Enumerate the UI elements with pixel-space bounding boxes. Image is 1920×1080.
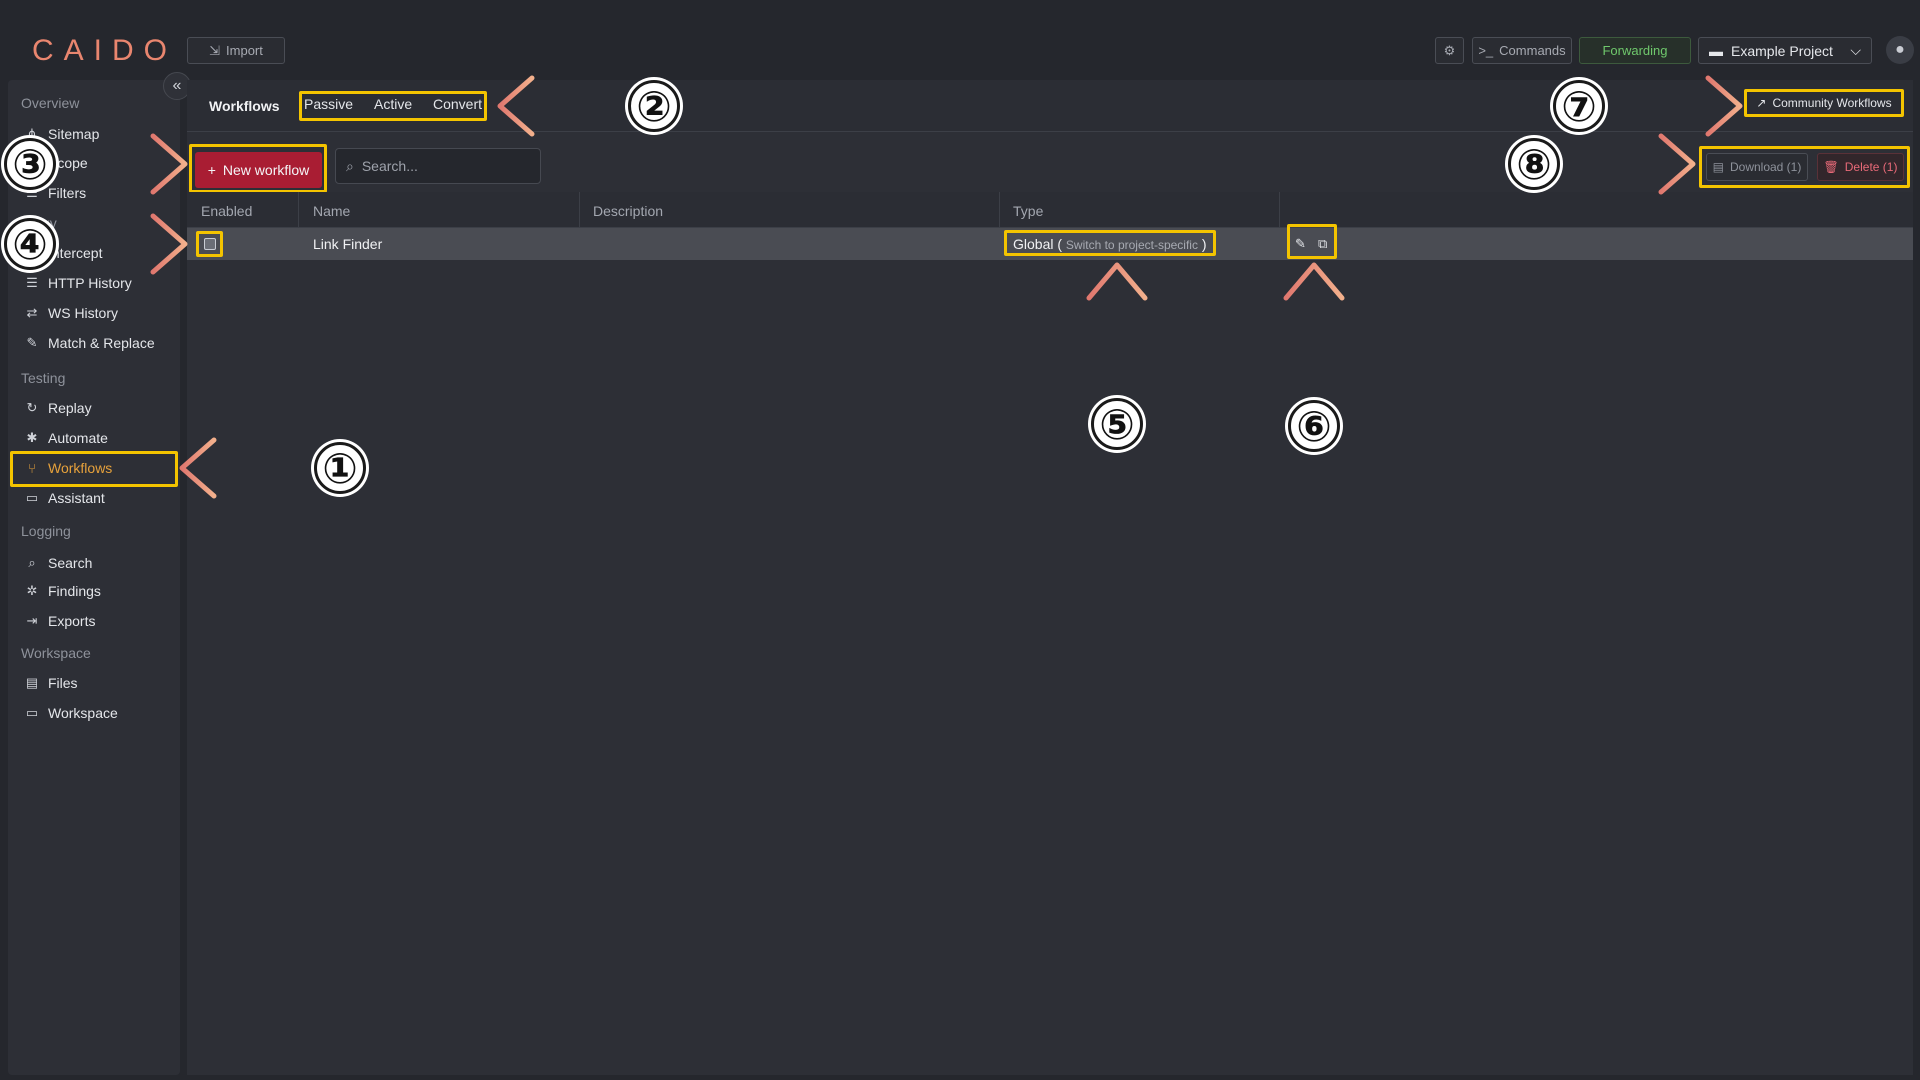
column-enabled[interactable]: Enabled — [201, 203, 252, 219]
sidebar-section-testing: Testing — [21, 370, 66, 386]
replay-icon: ↻ — [26, 400, 38, 415]
search-icon: ⌕ — [28, 555, 36, 570]
sidebar-item-assistant[interactable]: ▭ Assistant — [24, 490, 105, 506]
sidebar-item-label: WS History — [48, 305, 118, 321]
sidebar-item-label: Exports — [48, 613, 96, 629]
chat-icon: ▭ — [25, 490, 39, 505]
chevrons-left-icon: « — [172, 77, 182, 94]
project-selector[interactable]: ▬ Example Project ⌵ — [1698, 37, 1872, 64]
forwarding-label: Forwarding — [1602, 43, 1668, 58]
column-divider — [1279, 192, 1280, 228]
sidebar-item-workspace[interactable]: ▭ Workspace — [24, 705, 118, 721]
export-icon: ⇥ — [26, 613, 38, 628]
workflows-panel: Workflows Passive Active Convert ↗ Commu… — [187, 80, 1913, 1075]
actions-highlight-box — [1287, 224, 1337, 259]
import-label: Import — [226, 43, 263, 58]
sidebar-item-match-replace[interactable]: ✎ Match & Replace — [24, 335, 155, 351]
sidebar-item-label: Workspace — [48, 705, 118, 721]
sidebar-item-label: Match & Replace — [48, 335, 155, 351]
sidebar-item-label: Search — [48, 555, 93, 571]
sidebar-item-label: Findings — [48, 583, 101, 599]
sidebar-item-label: Assistant — [48, 490, 105, 506]
annotation-6: ⑥ — [1288, 400, 1340, 452]
column-name[interactable]: Name — [313, 203, 350, 219]
column-description[interactable]: Description — [593, 203, 663, 219]
annotation-4: ④ — [4, 218, 56, 270]
monitor-icon: ▭ — [25, 705, 39, 720]
annotation-1: ① — [314, 442, 366, 494]
import-icon: ⇲ — [209, 42, 221, 58]
workflows-tabbar: Workflows Passive Active Convert ↗ Commu… — [187, 80, 1913, 132]
page-title: Workflows — [209, 98, 280, 114]
sidebar-item-label: Filters — [48, 185, 87, 201]
bug-icon: ✲ — [26, 583, 38, 598]
sidebar-section-overview: Overview — [21, 95, 80, 111]
sidebar-item-label: Intercept — [48, 245, 103, 261]
forwarding-button[interactable]: Forwarding — [1579, 37, 1691, 64]
terminal-icon: >_ — [1478, 43, 1494, 58]
user-icon: ● — [1895, 41, 1905, 58]
sidebar-item-search[interactable]: ⌕ Search — [24, 555, 92, 571]
import-button[interactable]: ⇲ Import — [187, 37, 285, 64]
sidebar-item-label: HTTP History — [48, 275, 132, 291]
column-divider — [999, 192, 1000, 228]
sidebar-item-findings[interactable]: ✲ Findings — [24, 583, 101, 599]
tabs-highlight-box — [299, 91, 487, 121]
sidebar-item-files[interactable]: ▤ Files — [24, 675, 78, 691]
commands-label: Commands — [1499, 43, 1566, 58]
sidebar-section-workspace: Workspace — [21, 645, 91, 661]
annotation-5: ⑤ — [1091, 398, 1143, 450]
download-delete-highlight-box — [1699, 146, 1910, 188]
sidebar-item-automate[interactable]: ✱ Automate — [24, 430, 108, 446]
user-avatar[interactable]: ● — [1886, 36, 1914, 64]
search-input[interactable] — [361, 158, 522, 174]
file-icon: ▤ — [25, 675, 39, 690]
community-highlight-box — [1744, 89, 1904, 117]
folder-icon: ▬ — [1709, 42, 1723, 59]
gear-icon: ⚙ — [1443, 42, 1456, 58]
type-highlight-box — [1004, 230, 1216, 256]
annotation-2: ② — [628, 80, 680, 132]
settings-button[interactable]: ⚙ — [1435, 37, 1464, 64]
workflow-name: Link Finder — [313, 236, 383, 252]
commands-button[interactable]: >_ Commands — [1472, 37, 1572, 64]
sidebar-item-label: Automate — [48, 430, 108, 446]
sidebar-item-label: Sitemap — [48, 126, 100, 142]
annotation-8: ⑧ — [1508, 138, 1560, 190]
sidebar-item-label: Files — [48, 675, 78, 691]
column-type[interactable]: Type — [1013, 203, 1043, 219]
column-divider — [579, 192, 580, 228]
sidebar-section-logging: Logging — [21, 523, 71, 539]
search-icon: ⌕ — [346, 157, 354, 174]
checkbox-highlight-box — [196, 231, 223, 257]
annotation-7: ⑦ — [1553, 80, 1605, 132]
wrench-icon: ✎ — [26, 335, 38, 350]
chevron-down-icon: ⌵ — [1850, 42, 1861, 58]
project-label: Example Project — [1731, 42, 1833, 59]
automate-icon: ✱ — [26, 430, 38, 445]
table-row[interactable]: Link Finder Global ( Switch to project-s… — [187, 224, 1913, 260]
sidebar-item-replay[interactable]: ↻ Replay — [24, 400, 92, 416]
top-bar: CAIDO ⇲ Import ⚙ >_ Commands Forwarding … — [0, 0, 1920, 78]
sidebar-item-exports[interactable]: ⇥ Exports — [24, 613, 96, 629]
list-icon: ☰ — [26, 275, 38, 290]
sidebar-item-label: Replay — [48, 400, 92, 416]
exchange-icon: ⇄ — [26, 305, 38, 320]
sidebar-item-http-history[interactable]: ☰ HTTP History — [24, 275, 132, 291]
workflows-highlight-box — [10, 451, 178, 487]
table-header: Enabled Name Description Type — [187, 192, 1913, 228]
annotation-3: ③ — [4, 138, 56, 190]
new-workflow-highlight-box — [189, 144, 327, 193]
search-field[interactable]: ⌕ — [335, 148, 541, 184]
caido-logo: CAIDO — [32, 34, 178, 67]
sidebar-item-ws-history[interactable]: ⇄ WS History — [24, 305, 118, 321]
column-divider — [298, 192, 299, 228]
